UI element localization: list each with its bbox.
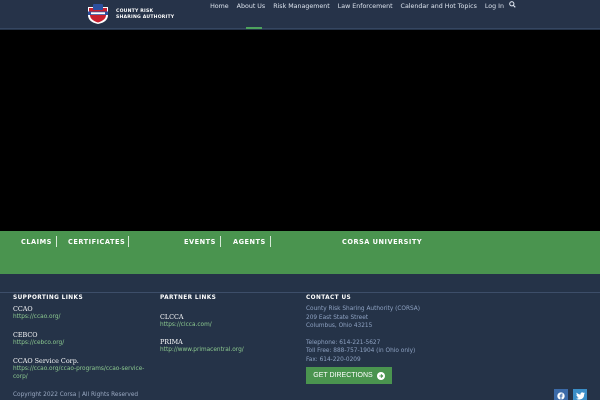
link-ccao-service-corp-line1: https://ccao.org/ccao-programs/ccao-serv… <box>13 366 145 372</box>
org-prima: PRIMA <box>160 338 183 346</box>
link-ccao-service-corp[interactable]: https://ccao.org/ccao-programs/ccao-serv… <box>13 365 144 381</box>
hero-banner <box>0 30 600 231</box>
contact-fax: Fax: 614-220-0209 <box>306 356 361 363</box>
contact-city: Columbus, Ohio 43215 <box>306 323 373 329</box>
partner-links-column: PARTNER LINKS CLCCA https://clcca.com/ P… <box>160 295 244 354</box>
facebook-glyph <box>557 392 565 400</box>
quick-link-divider <box>56 236 57 247</box>
quick-link-corsa-university[interactable]: CORSA UNIVERSITY <box>342 238 422 246</box>
contact-telephone: Telephone: 614-221-5627 <box>306 339 381 346</box>
org-ccao: CCAO <box>13 305 33 313</box>
contact-org: County Risk Sharing Authority (CORSA) <box>306 306 421 312</box>
quick-link-divider <box>128 236 129 247</box>
arrow-circle-right-icon <box>376 371 385 380</box>
quick-link-divider <box>270 236 271 247</box>
link-cebco[interactable]: https://cebco.org/ <box>13 339 144 347</box>
nav-risk-management[interactable]: Risk Management <box>273 3 330 10</box>
brand-name: COUNTY RISK SHARING AUTHORITY <box>116 9 174 21</box>
twitter-icon[interactable] <box>573 389 587 400</box>
supporting-links-column: SUPPORTING LINKS CCAO https://ccao.org/ … <box>13 295 144 381</box>
quick-link-divider <box>220 236 221 247</box>
get-directions-label: GET DIRECTIONS <box>313 372 373 379</box>
nav-calendar-hot-topics[interactable]: Calendar and Hot Topics <box>401 3 477 10</box>
link-clcca[interactable]: https://clcca.com/ <box>160 321 244 329</box>
org-ccao-service-corp: CCAO Service Corp. <box>13 357 79 365</box>
site-header: COUNTY RISK SHARING AUTHORITY Home About… <box>0 0 600 29</box>
facebook-icon[interactable] <box>554 389 568 400</box>
partner-links-heading: PARTNER LINKS <box>160 295 217 301</box>
nav-active-indicator <box>246 27 262 29</box>
site-footer: SUPPORTING LINKS CCAO https://ccao.org/ … <box>0 274 600 400</box>
contact-column: CONTACT US County Risk Sharing Authority… <box>306 295 420 364</box>
quick-link-events[interactable]: EVENTS <box>184 238 216 246</box>
copyright-text: Copyright 2022 Corsa | All Rights Reserv… <box>13 392 139 398</box>
brand-line-2: SHARING AUTHORITY <box>116 15 175 20</box>
get-directions-button[interactable]: GET DIRECTIONS <box>306 367 392 384</box>
quick-link-certificates[interactable]: CERTIFICATES <box>68 238 125 246</box>
nav-log-in[interactable]: Log In <box>485 3 504 10</box>
org-cebco: CEBCO <box>13 331 38 339</box>
nav-home[interactable]: Home <box>210 3 229 10</box>
footer-divider <box>0 292 600 293</box>
corsa-logo[interactable]: COUNTY RISK SHARING AUTHORITY <box>86 3 176 25</box>
link-prima[interactable]: http://www.primacentral.org/ <box>160 346 244 354</box>
twitter-glyph <box>575 392 585 400</box>
quick-links-band: CLAIMS CERTIFICATES EVENTS AGENTS CORSA … <box>0 231 600 274</box>
link-ccao[interactable]: https://ccao.org/ <box>13 313 144 321</box>
search-icon[interactable] <box>509 1 516 8</box>
main-nav: Home About Us Risk Management Law Enforc… <box>210 0 504 12</box>
contact-tollfree: Toll Free: 888-757-1904 (in Ohio only) <box>306 348 416 354</box>
quick-link-agents[interactable]: AGENTS <box>233 238 266 246</box>
contact-street: 209 East State Street <box>306 314 369 321</box>
quick-link-claims[interactable]: CLAIMS <box>21 238 52 246</box>
nav-about-us[interactable]: About Us <box>237 3 266 10</box>
corsa-logo-icon <box>88 4 108 24</box>
org-clcca: CLCCA <box>160 313 184 321</box>
contact-heading: CONTACT US <box>306 295 352 301</box>
supporting-links-heading: SUPPORTING LINKS <box>13 295 84 301</box>
link-ccao-service-corp-line2: corp/ <box>13 374 28 380</box>
nav-law-enforcement[interactable]: Law Enforcement <box>338 3 393 10</box>
